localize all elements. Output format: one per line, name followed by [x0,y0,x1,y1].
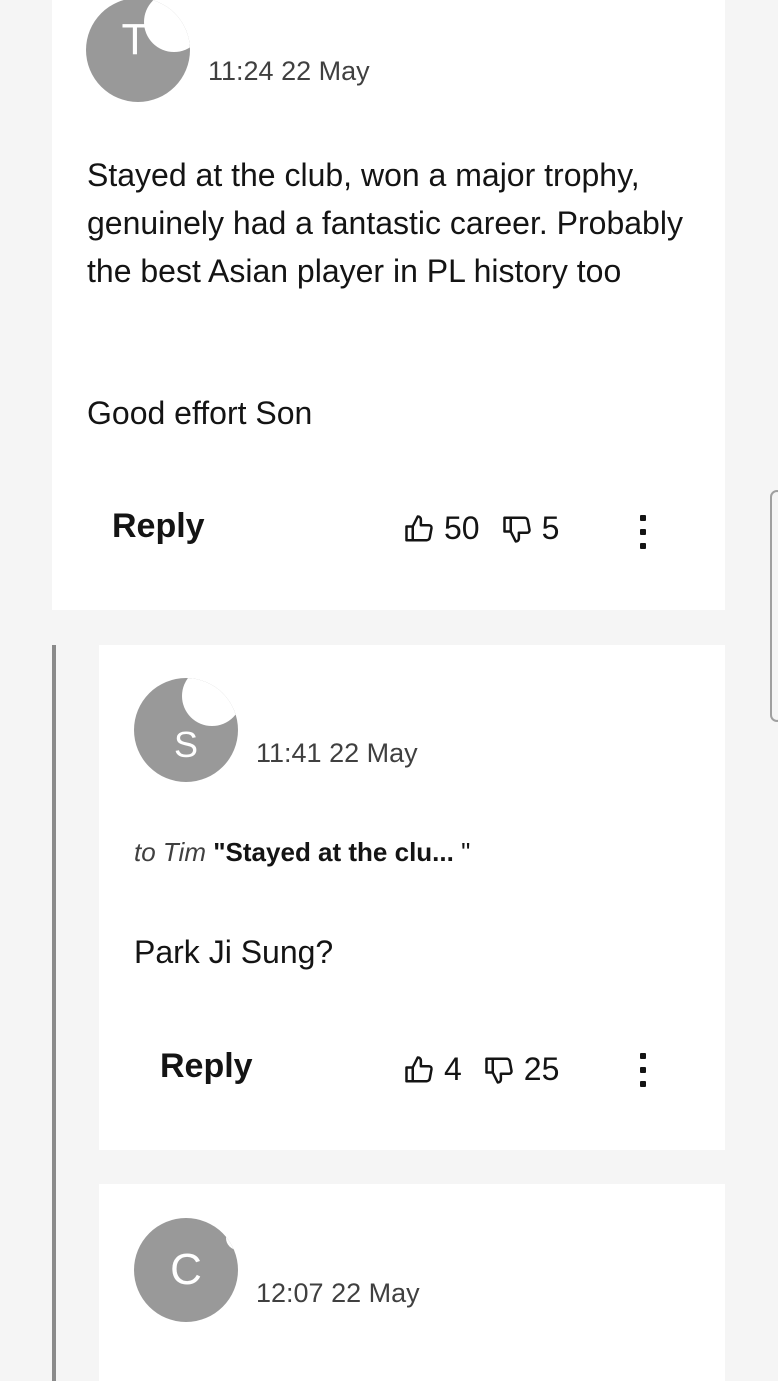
comment-card: T 11:24 22 May Stayed at the club, won a… [52,0,725,610]
thumbs-down-icon [485,1057,513,1084]
reply-to-user[interactable]: to Tim [134,837,206,867]
avatar-initial: C [170,1245,202,1294]
reply-card: C 12:07 22 May [99,1184,725,1381]
scrollbar-handle[interactable] [770,490,778,722]
thumbs-up-icon [405,1055,433,1082]
comment-timestamp: 11:24 22 May [208,56,370,86]
downvote-count: 25 [523,1051,560,1087]
reply-button[interactable]: Reply [160,1047,253,1086]
upvote-count: 50 [444,510,480,546]
comment-text: Good effort Son [87,395,313,431]
vote-controls: 4 25 [404,1051,559,1088]
comment-text: Park Ji Sung? [134,934,334,970]
comment-text: Stayed at the club, won a major trophy, … [87,157,683,289]
downvote-count: 5 [541,510,560,546]
vote-controls: 50 5 [404,510,559,547]
upvote-count: 4 [444,1051,462,1087]
avatar[interactable]: S [134,678,238,782]
reply-button[interactable]: Reply [112,507,205,546]
reply-card: S 11:41 22 May to Tim "Stayed at the clu… [99,645,725,1150]
downvote-button[interactable]: 5 [502,510,560,547]
thumbs-up-icon [405,514,433,541]
avatar[interactable]: C [134,1218,238,1322]
more-options-icon[interactable] [633,1050,653,1090]
upvote-button[interactable]: 50 [404,510,480,547]
reply-context: to Tim "Stayed at the clu... " [134,837,470,868]
avatar-initial: T [121,15,149,64]
thread-line [52,645,56,1381]
more-options-icon[interactable] [633,512,653,552]
upvote-button[interactable]: 4 [404,1051,462,1088]
comment-timestamp: 11:41 22 May [256,738,418,768]
avatar[interactable]: T [86,0,190,102]
reply-quote-close: " [461,837,471,867]
thumbs-down-icon [502,516,531,543]
reply-quote[interactable]: "Stayed at the clu... [213,837,461,867]
avatar-initial: S [173,724,198,765]
downvote-button[interactable]: 25 [484,1051,560,1088]
comment-timestamp: 12:07 22 May [256,1278,420,1308]
